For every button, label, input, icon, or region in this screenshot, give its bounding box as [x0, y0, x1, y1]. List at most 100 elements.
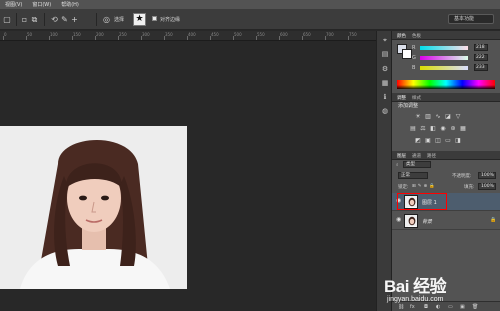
- ruler-tick-mark: [302, 36, 303, 40]
- ruler-tick-label: 0: [4, 32, 7, 37]
- ruler-tick-label: 500: [234, 32, 242, 37]
- ruler-tick-mark: [141, 36, 142, 40]
- align-edges-checkbox[interactable]: [152, 16, 157, 21]
- plus-icon[interactable]: +: [70, 15, 79, 24]
- properties-icon[interactable]: ▤: [380, 49, 390, 59]
- add-adjustment-title: 添加调整: [398, 103, 419, 109]
- document-canvas[interactable]: [0, 41, 376, 311]
- vibrance-icon[interactable]: ▽: [454, 113, 462, 121]
- color-panel-tabs: 颜色 色板: [392, 31, 500, 40]
- ruler-tick-mark: [95, 36, 96, 40]
- layer-row-background[interactable]: ◉ 背景 🔒: [392, 212, 500, 230]
- lookup-icon[interactable]: ▦: [459, 125, 467, 133]
- ruler-tick-label: 400: [188, 32, 196, 37]
- ruler-tick-mark: [279, 36, 280, 40]
- tool-preset-icon[interactable]: ▢: [2, 15, 12, 24]
- gradient-map-icon[interactable]: ▭: [444, 137, 452, 145]
- green-value[interactable]: 222: [474, 54, 488, 61]
- selective-color-icon[interactable]: ◨: [454, 137, 462, 145]
- tab-color[interactable]: 颜色: [397, 33, 406, 39]
- fill-label: 填充:: [464, 185, 475, 190]
- navigator-icon[interactable]: ◍: [380, 106, 390, 116]
- blue-slider[interactable]: [420, 66, 468, 70]
- ruler-tick-label: 700: [326, 32, 334, 37]
- menu-bar: 视图(V) 窗口(W) 帮助(H): [0, 0, 500, 9]
- ruler-tick-mark: [210, 36, 211, 40]
- ruler-tick-label: 50: [27, 32, 33, 37]
- red-label: R: [412, 45, 416, 51]
- channel-mixer-icon[interactable]: ⊛: [449, 125, 457, 133]
- red-value[interactable]: 218: [474, 44, 488, 51]
- portrait-photo: [0, 126, 187, 289]
- opacity-input[interactable]: 100%: [478, 172, 496, 179]
- ruler-tick-label: 250: [119, 32, 127, 37]
- blue-label: B: [412, 65, 416, 71]
- tab-swatches[interactable]: 色板: [412, 33, 421, 39]
- brightness-icon[interactable]: ☀: [414, 113, 422, 121]
- tab-channels[interactable]: 通道: [412, 153, 421, 159]
- ruler-tick-mark: [72, 36, 73, 40]
- baidu-watermark: Bai 经验 jingyan.baidu.com: [384, 272, 500, 311]
- menu-view[interactable]: 视图(V): [0, 1, 27, 8]
- info-icon[interactable]: ℹ: [380, 92, 390, 102]
- swatch-icon[interactable]: ▦: [380, 78, 390, 88]
- history-icon[interactable]: ⌖: [380, 35, 390, 45]
- posterize-icon[interactable]: ▣: [424, 137, 432, 145]
- new-selection-icon[interactable]: ▫: [20, 15, 29, 24]
- undo-icon[interactable]: ⟲: [50, 15, 59, 24]
- tab-layers[interactable]: 图层: [397, 153, 406, 159]
- horizontal-ruler: 0 50 100 150 200 250 300 350 400 450 500 550 600 650 7…: [0, 31, 376, 41]
- eye-icon[interactable]: ◉: [396, 217, 402, 223]
- ruler-tick-mark: [3, 36, 4, 40]
- ruler-tick-label: 650: [303, 32, 311, 37]
- workspace-switcher[interactable]: 基本功能: [448, 14, 494, 24]
- add-selection-icon[interactable]: ⧉: [30, 15, 39, 24]
- adjust-icon[interactable]: ⚙: [380, 64, 390, 74]
- balance-icon[interactable]: ⚖: [419, 125, 427, 133]
- levels-icon[interactable]: ▥: [424, 113, 432, 121]
- ruler-tick-mark: [118, 36, 119, 40]
- star-icon[interactable]: ★: [133, 13, 146, 26]
- layers-panel-tabs: 图层 通道 路径: [392, 151, 500, 160]
- ruler-tick-mark: [325, 36, 326, 40]
- ruler-tick-label: 300: [142, 32, 150, 37]
- green-slider[interactable]: [420, 56, 468, 60]
- layers-controls: ⌕ 类型 正常 不透明度: 100% 锁定: ⊞✎⊕🔒 填充: 100%: [392, 161, 500, 196]
- background-color-swatch[interactable]: [402, 49, 412, 59]
- photo-filter-icon[interactable]: ◉: [439, 125, 447, 133]
- lock-icon: 🔒: [490, 217, 497, 223]
- lock-icons[interactable]: ⊞✎⊕🔒: [412, 184, 437, 189]
- exposure-icon[interactable]: ◪: [444, 113, 452, 121]
- color-spectrum-shade: [397, 85, 495, 89]
- menu-help[interactable]: 帮助(H): [56, 1, 84, 8]
- target-icon[interactable]: ◎: [102, 15, 111, 24]
- select-label: 选择: [114, 17, 125, 23]
- tab-styles[interactable]: 样式: [412, 95, 421, 101]
- green-label: G: [412, 55, 416, 61]
- right-panel-dock: 颜色 色板 R 218 G 222 B 233 调整 样式 添加调整 ☀ ▥ ∿…: [392, 31, 500, 311]
- fill-input[interactable]: 100%: [478, 183, 496, 190]
- hue-icon[interactable]: ▤: [409, 125, 417, 133]
- ruler-tick-mark: [187, 36, 188, 40]
- ruler-tick-label: 750: [349, 32, 357, 37]
- layer-filter-select[interactable]: 类型: [403, 161, 431, 168]
- lock-label: 锁定:: [398, 185, 409, 190]
- invert-icon[interactable]: ◩: [414, 137, 422, 145]
- bw-icon[interactable]: ◧: [429, 125, 437, 133]
- filter-kind-icon: ⌕: [396, 163, 399, 168]
- layer-name-background[interactable]: 背景: [422, 218, 432, 225]
- red-slider[interactable]: [420, 46, 468, 50]
- menu-window[interactable]: 窗口(W): [27, 1, 56, 8]
- ruler-tick-mark: [233, 36, 234, 40]
- blue-value[interactable]: 233: [474, 64, 488, 71]
- tab-paths[interactable]: 路径: [427, 153, 436, 159]
- curves-icon[interactable]: ∿: [434, 113, 442, 121]
- brush-icon[interactable]: ✎: [60, 15, 69, 24]
- ruler-tick-mark: [348, 36, 349, 40]
- adjust-panel-tabs: 调整 样式: [392, 93, 500, 102]
- layer-thumbnail: [404, 214, 418, 228]
- threshold-icon[interactable]: ◫: [434, 137, 442, 145]
- blend-mode-select[interactable]: 正常: [398, 172, 428, 179]
- tab-adjustments[interactable]: 调整: [397, 95, 406, 101]
- ruler-tick-label: 100: [50, 32, 58, 37]
